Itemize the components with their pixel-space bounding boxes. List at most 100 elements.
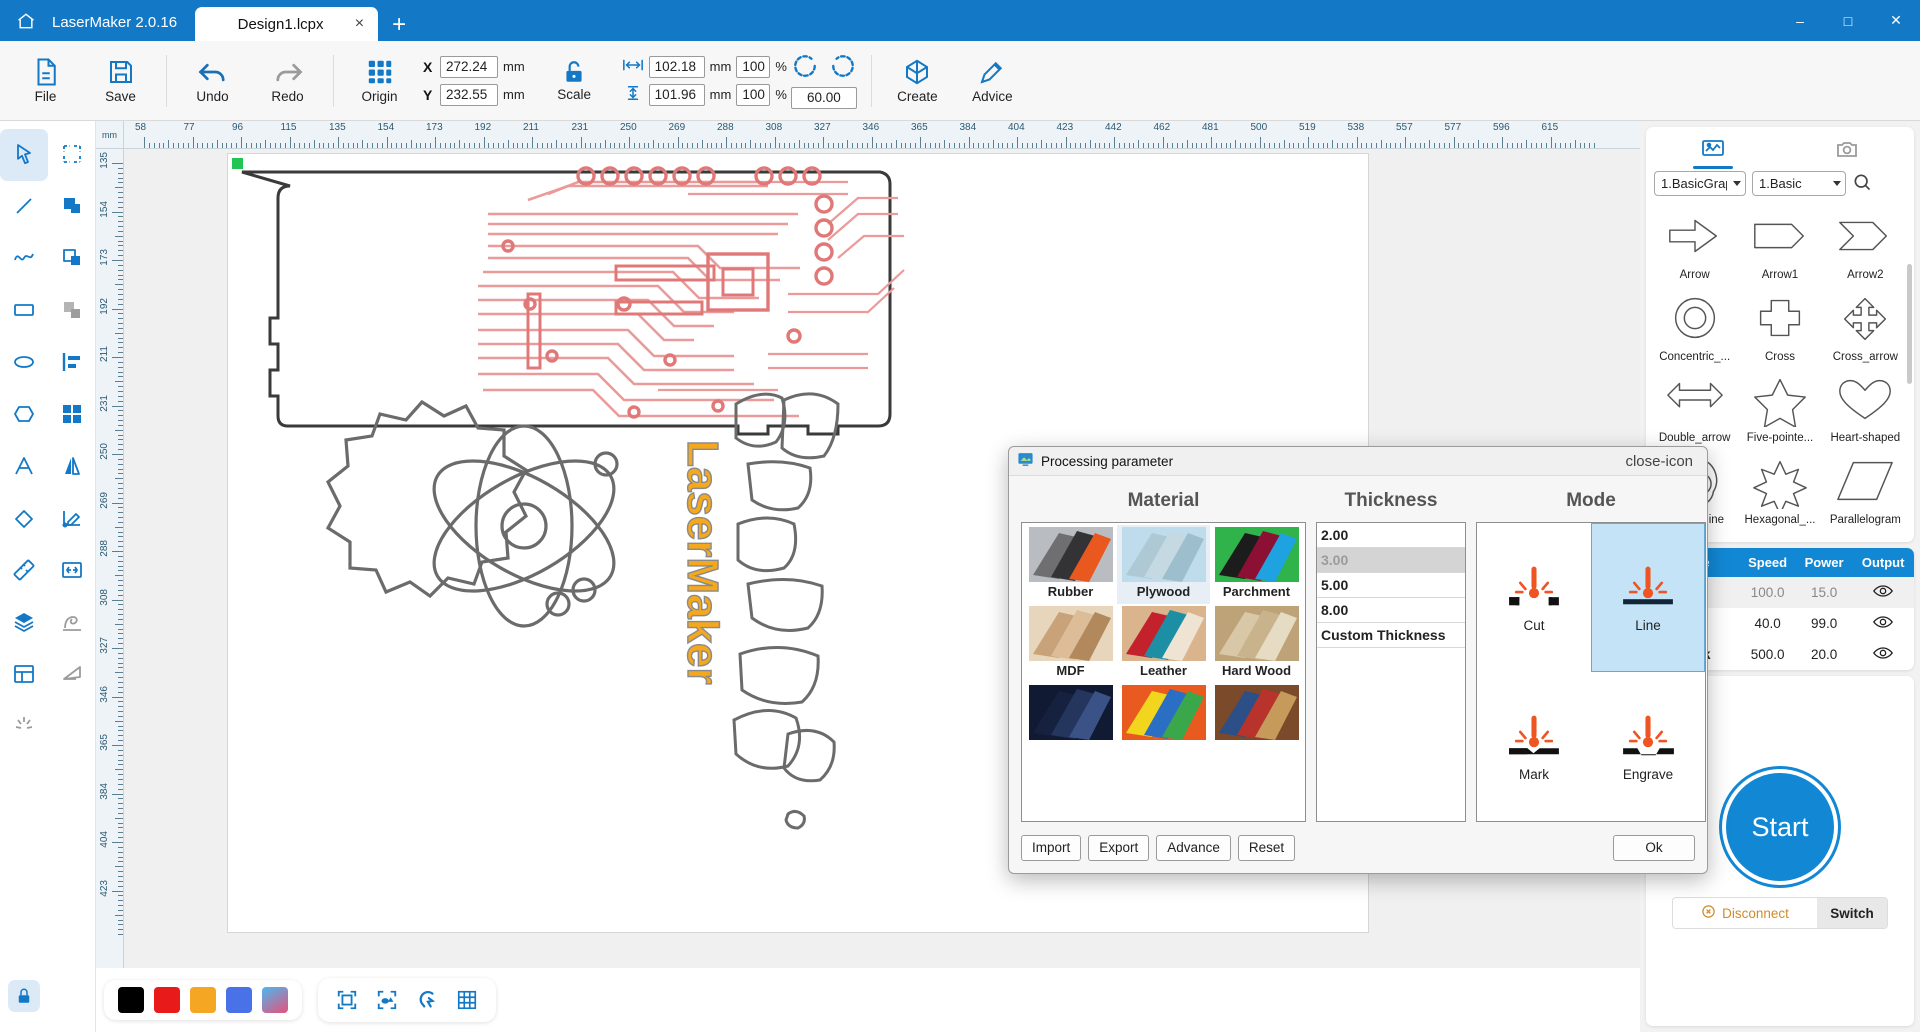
grid-icon[interactable] bbox=[452, 985, 482, 1015]
thickness-option[interactable]: 5.00 bbox=[1317, 573, 1465, 599]
new-tab-button[interactable]: + bbox=[378, 13, 420, 41]
processing-parameter-dialog[interactable]: Processing parameter close-icon Material… bbox=[1008, 446, 1708, 874]
import-button[interactable]: Import bbox=[1021, 834, 1082, 861]
mode-grid[interactable]: Cut Line Mark Engrave bbox=[1476, 522, 1706, 823]
horizontal-ruler[interactable]: 58 77 96 115 135 154 173 192 211 231 250 269 288 308 3… bbox=[124, 121, 1640, 149]
lock-icon[interactable] bbox=[8, 980, 40, 1012]
shape-item-doublearrow[interactable]: Double_arrow bbox=[1652, 371, 1737, 453]
thickness-option[interactable]: 8.00 bbox=[1317, 598, 1465, 624]
thickness-option[interactable]: 2.00 bbox=[1317, 523, 1465, 549]
save-button[interactable]: Save bbox=[83, 57, 158, 104]
shape-item-concentric[interactable]: Concentric_... bbox=[1652, 290, 1737, 372]
shape-item-arrow1[interactable]: Arrow1 bbox=[1737, 208, 1822, 290]
mode-line[interactable]: Line bbox=[1591, 523, 1705, 673]
material-swatch-8[interactable] bbox=[1210, 683, 1303, 762]
polygon-tool[interactable] bbox=[0, 389, 48, 441]
distribute-tool[interactable] bbox=[48, 545, 96, 597]
scale-lock-button[interactable]: Scale bbox=[537, 59, 612, 102]
origin-button[interactable]: Origin bbox=[342, 57, 417, 104]
color-swatch[interactable] bbox=[154, 987, 180, 1013]
shape-item-arrow2[interactable]: Arrow2 bbox=[1823, 208, 1908, 290]
color-swatch[interactable] bbox=[190, 987, 216, 1013]
ellipse-tool[interactable] bbox=[0, 337, 48, 389]
create-button[interactable]: Create bbox=[880, 57, 955, 104]
frame-tool[interactable] bbox=[0, 649, 48, 701]
shape-item-cross[interactable]: Cross bbox=[1737, 290, 1822, 372]
tab-close-icon[interactable]: × bbox=[355, 16, 364, 32]
array-tool[interactable] bbox=[48, 389, 96, 441]
material-swatch-6[interactable] bbox=[1024, 683, 1117, 762]
mode-cut[interactable]: Cut bbox=[1477, 523, 1591, 672]
shape-item-fivepointe[interactable]: Five-pointe... bbox=[1737, 371, 1822, 453]
thickness-option[interactable]: Custom Thickness bbox=[1317, 623, 1465, 649]
shape-item-heartshaped[interactable]: Heart-shaped bbox=[1823, 371, 1908, 453]
export-button[interactable]: Export bbox=[1088, 834, 1150, 861]
reset-button[interactable]: Reset bbox=[1237, 834, 1296, 861]
close-window-button[interactable]: ✕ bbox=[1872, 0, 1920, 41]
ruler-tool[interactable] bbox=[0, 545, 48, 597]
width-input[interactable]: 102.18 bbox=[648, 55, 705, 78]
file-button[interactable]: File bbox=[8, 57, 83, 104]
rotate-cw-icon[interactable] bbox=[830, 53, 856, 82]
start-button[interactable]: Start bbox=[1726, 773, 1834, 881]
x-input[interactable]: 272.24 bbox=[440, 55, 498, 78]
subcategory-select[interactable]: 1.Basic bbox=[1752, 171, 1846, 196]
tab-design1[interactable]: Design1.lcpx × bbox=[195, 7, 379, 41]
material-swatch-7[interactable] bbox=[1117, 683, 1210, 762]
layer-power[interactable]: 99.0 bbox=[1796, 608, 1852, 639]
material-hard-wood[interactable]: Hard Wood bbox=[1210, 604, 1303, 683]
text-tool[interactable] bbox=[0, 441, 48, 493]
curve-tool[interactable] bbox=[0, 233, 48, 285]
ok-button[interactable]: Ok bbox=[1613, 834, 1695, 861]
mode-mark[interactable]: Mark bbox=[1477, 672, 1591, 821]
offset-tool[interactable] bbox=[48, 597, 96, 649]
thickness-list[interactable]: 2.00 3.00 5.00 8.00 Custom Thickness bbox=[1316, 522, 1466, 823]
color-swatch[interactable] bbox=[262, 987, 288, 1013]
select-objects-icon[interactable] bbox=[372, 985, 402, 1015]
layers-tool[interactable] bbox=[0, 597, 48, 649]
intersect-tool[interactable] bbox=[48, 285, 96, 337]
search-icon[interactable] bbox=[1852, 172, 1872, 195]
perspective-tool[interactable] bbox=[48, 649, 96, 701]
color-swatch[interactable] bbox=[118, 987, 144, 1013]
layer-power[interactable]: 20.0 bbox=[1796, 639, 1852, 670]
tab-library[interactable] bbox=[1646, 127, 1780, 171]
layer-speed[interactable]: 40.0 bbox=[1739, 608, 1795, 639]
advice-button[interactable]: Advice bbox=[955, 57, 1030, 104]
thickness-option[interactable]: 3.00 bbox=[1317, 548, 1465, 574]
select-tool[interactable] bbox=[0, 129, 48, 181]
material-leather[interactable]: Leather bbox=[1117, 604, 1210, 683]
eraser-tool[interactable] bbox=[0, 493, 48, 545]
close-icon[interactable]: close-icon bbox=[1619, 453, 1699, 470]
align-tool[interactable] bbox=[48, 337, 96, 389]
line-tool[interactable] bbox=[0, 181, 48, 233]
redo-button[interactable]: Redo bbox=[250, 57, 325, 104]
undo-button[interactable]: Undo bbox=[175, 57, 250, 104]
y-input[interactable]: 232.55 bbox=[440, 83, 498, 106]
library-scrollbar[interactable] bbox=[1907, 264, 1912, 384]
shape-item-crossarrow[interactable]: Cross_arrow bbox=[1823, 290, 1908, 372]
material-grid[interactable]: Rubber Plywood Parchment MDF Leather Hard Woo… bbox=[1021, 522, 1306, 823]
union-tool[interactable] bbox=[48, 181, 96, 233]
width-percent-input[interactable]: 100 bbox=[736, 55, 771, 78]
minimize-button[interactable]: – bbox=[1776, 0, 1824, 41]
height-percent-input[interactable]: 100 bbox=[736, 83, 771, 106]
shape-item-arrow[interactable]: Arrow bbox=[1652, 208, 1737, 290]
material-parchment[interactable]: Parchment bbox=[1210, 525, 1303, 604]
advance-button[interactable]: Advance bbox=[1156, 834, 1231, 861]
fit-frame-icon[interactable] bbox=[332, 985, 362, 1015]
measure-angle-tool[interactable] bbox=[48, 493, 96, 545]
rectangle-tool[interactable] bbox=[0, 285, 48, 337]
layer-output-toggle[interactable] bbox=[1852, 608, 1914, 639]
maximize-button[interactable]: □ bbox=[1824, 0, 1872, 41]
node-edit-tool[interactable] bbox=[48, 129, 96, 181]
color-swatch[interactable] bbox=[226, 987, 252, 1013]
shape-item-hexagonal[interactable]: Hexagonal_... bbox=[1737, 453, 1822, 535]
layer-speed[interactable]: 100.0 bbox=[1739, 577, 1795, 608]
disconnect-button[interactable]: Disconnect bbox=[1673, 898, 1817, 928]
material-plywood[interactable]: Plywood bbox=[1117, 525, 1210, 605]
material-rubber[interactable]: Rubber bbox=[1024, 525, 1117, 604]
angle-input[interactable]: 60.00 bbox=[790, 86, 857, 109]
layer-speed[interactable]: 500.0 bbox=[1739, 639, 1795, 670]
explode-tool[interactable] bbox=[0, 701, 48, 753]
